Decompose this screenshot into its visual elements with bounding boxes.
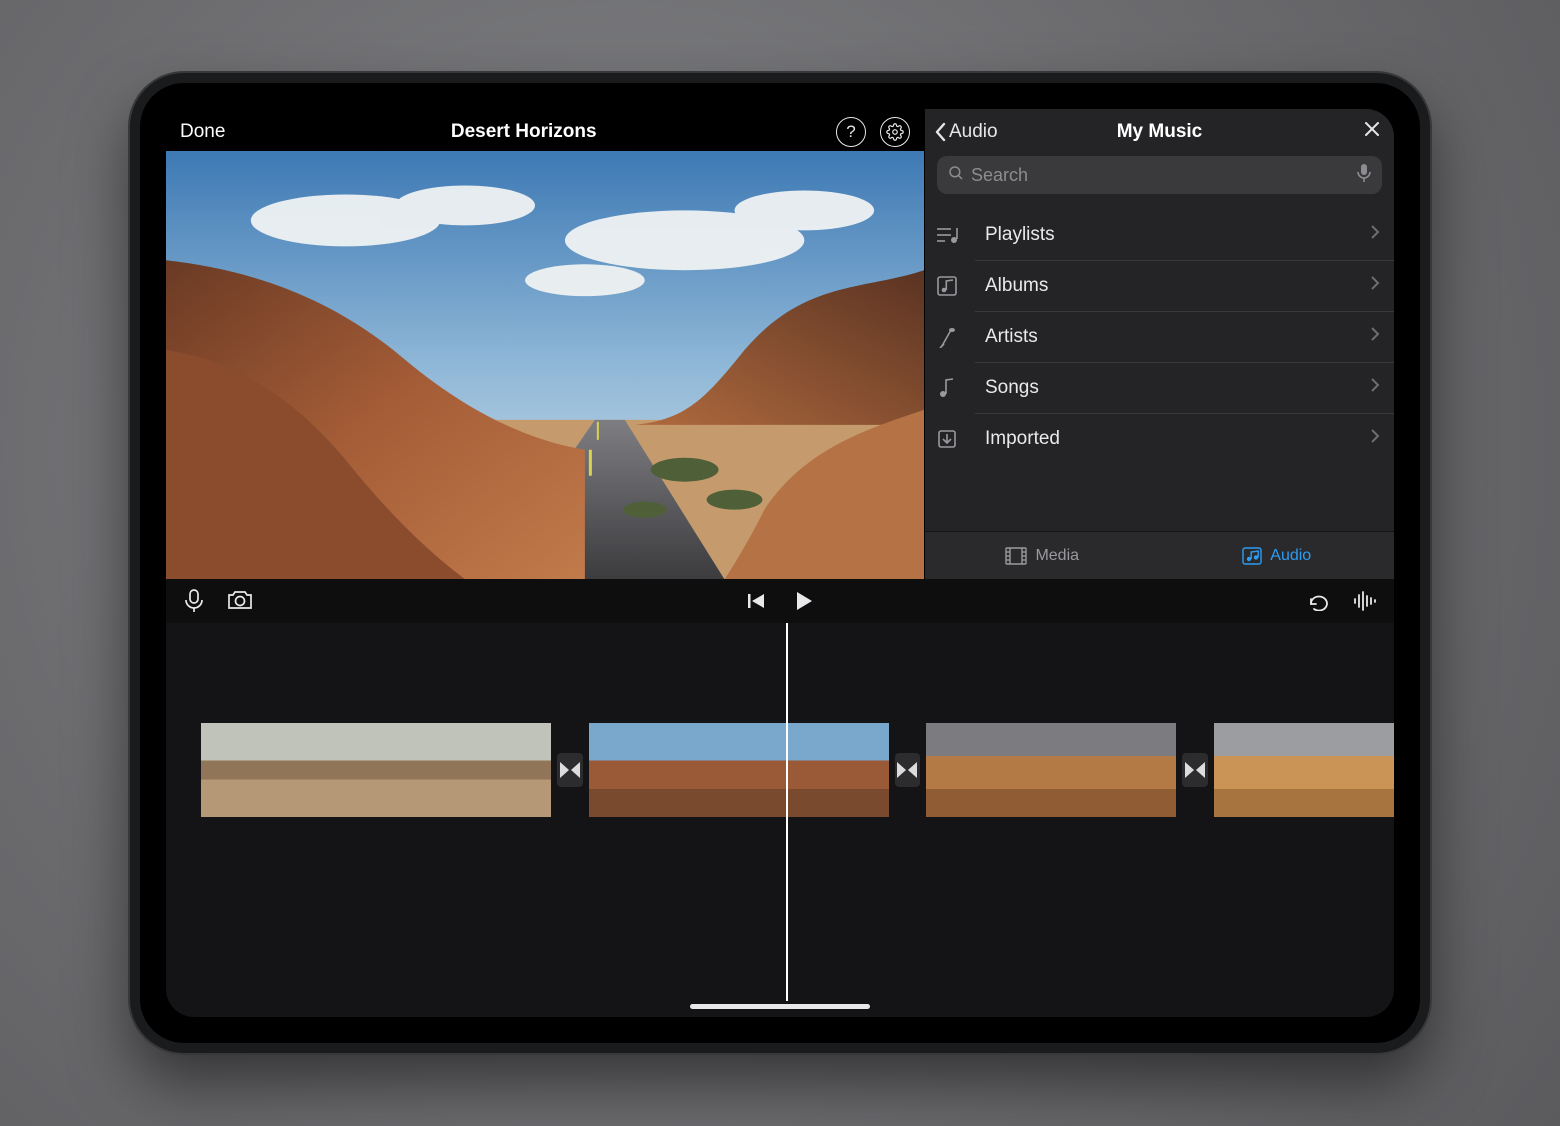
transition-icon[interactable]: [895, 753, 921, 787]
record-voiceover-icon[interactable]: [184, 589, 204, 613]
tab-audio-label: Audio: [1270, 547, 1311, 565]
search-icon: [947, 164, 965, 187]
help-icon[interactable]: ?: [836, 117, 866, 147]
skip-back-icon[interactable]: [746, 591, 766, 611]
chevron-right-icon: [1370, 377, 1380, 399]
app-screen: Done Desert Horizons ?: [166, 109, 1394, 1017]
tab-media[interactable]: Media: [925, 532, 1160, 579]
chevron-right-icon: [1370, 224, 1380, 246]
chevron-right-icon: [1370, 326, 1380, 348]
browser-back-label: Audio: [949, 121, 998, 143]
audio-waveform-icon[interactable]: [1352, 591, 1376, 611]
chevron-right-icon: [1370, 275, 1380, 297]
browser-back-button[interactable]: Audio: [933, 121, 998, 143]
timeline-clip[interactable]: [201, 723, 551, 817]
songs-icon: [933, 374, 961, 402]
transition-icon[interactable]: [1182, 753, 1208, 787]
tab-media-label: Media: [1035, 547, 1079, 565]
timeline-clip[interactable]: [589, 723, 889, 817]
category-imported[interactable]: Imported: [975, 414, 1394, 464]
home-indicator: [690, 1004, 870, 1009]
imported-icon: [933, 425, 961, 453]
done-button[interactable]: Done: [180, 121, 225, 143]
category-label: Imported: [985, 428, 1060, 450]
search-input[interactable]: [971, 165, 1356, 186]
tab-audio[interactable]: Audio: [1160, 532, 1395, 579]
category-label: Artists: [985, 326, 1038, 348]
timeline-clip[interactable]: [1214, 723, 1394, 817]
category-artists[interactable]: Artists: [975, 312, 1394, 363]
category-songs[interactable]: Songs: [975, 363, 1394, 414]
category-label: Albums: [985, 275, 1048, 297]
category-playlists[interactable]: Playlists: [975, 210, 1394, 261]
timeline-track: [166, 723, 1394, 817]
undo-icon[interactable]: [1306, 591, 1330, 611]
artists-icon: [933, 323, 961, 351]
ipad-frame: Done Desert Horizons ?: [130, 73, 1430, 1053]
media-browser: Audio My Music: [924, 109, 1394, 579]
timeline[interactable]: [166, 623, 1394, 1017]
browser-header: Audio My Music: [925, 109, 1394, 150]
preview-header: Done Desert Horizons ?: [180, 117, 910, 147]
browser-tabs: Media Audio: [925, 531, 1394, 579]
transition-icon[interactable]: [557, 753, 583, 787]
project-title: Desert Horizons: [451, 121, 597, 143]
category-label: Songs: [985, 377, 1039, 399]
camera-icon[interactable]: [226, 589, 254, 613]
category-label: Playlists: [985, 224, 1055, 246]
playhead[interactable]: [786, 623, 788, 1001]
playback-toolbar: [166, 579, 1394, 623]
microphone-icon[interactable]: [1356, 163, 1372, 188]
video-preview[interactable]: [166, 151, 924, 579]
search-bar[interactable]: [937, 156, 1382, 194]
upper-pane: Done Desert Horizons ?: [166, 109, 1394, 579]
timeline-clip[interactable]: [926, 723, 1176, 817]
music-category-list: Playlists Albums Artists: [925, 210, 1394, 531]
close-icon[interactable]: [1362, 119, 1382, 144]
category-albums[interactable]: Albums: [975, 261, 1394, 312]
albums-icon: [933, 272, 961, 300]
preview-panel: Done Desert Horizons ?: [166, 109, 924, 579]
settings-gear-icon[interactable]: [880, 117, 910, 147]
play-icon[interactable]: [794, 590, 814, 612]
playlists-icon: [933, 221, 961, 249]
chevron-right-icon: [1370, 428, 1380, 450]
